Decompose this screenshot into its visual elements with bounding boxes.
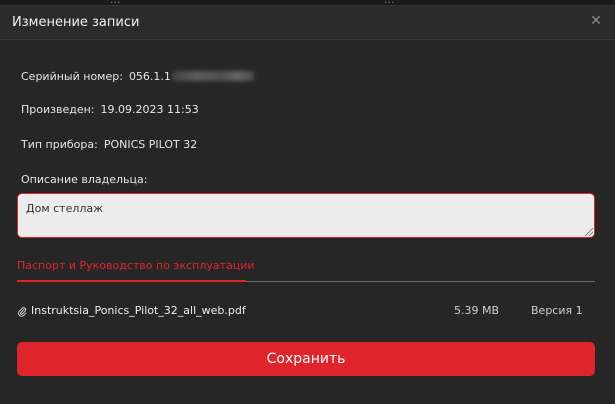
owner-description-label: Описание владельца: — [21, 173, 148, 186]
file-version: Версия 1 — [531, 304, 583, 317]
serial-number-redaction — [171, 71, 254, 81]
owner-description-input[interactable]: Дом стеллаж — [17, 193, 595, 238]
resize-grip-icon[interactable] — [585, 228, 593, 236]
produced-value: 19.09.2023 11:53 — [100, 103, 199, 116]
file-row: Instruktsia_Ponics_Pilot_32_all_web.pdf … — [17, 302, 595, 320]
tab-active-indicator — [17, 280, 246, 282]
device-type-label: Тип прибора: — [21, 138, 98, 151]
paperclip-icon — [18, 307, 27, 317]
serial-number-label: Серийный номер: — [21, 70, 123, 83]
close-icon[interactable]: ✕ — [589, 13, 603, 29]
dialog-title: Изменение записи — [12, 15, 140, 30]
serial-number-row: Серийный номер: 056.1.1 — [21, 70, 254, 83]
produced-label: Произведен: — [21, 103, 95, 116]
serial-number-value: 056.1.1 — [128, 70, 171, 83]
produced-row: Произведен: 19.09.2023 11:53 — [21, 103, 199, 116]
device-type-row: Тип прибора: PONICS PILOT 32 — [21, 138, 197, 151]
tab-passport-manual[interactable]: Паспорт и Руководство по эксплуатации — [17, 259, 255, 272]
device-type-value: PONICS PILOT 32 — [103, 138, 198, 151]
file-name-link[interactable]: Instruktsia_Ponics_Pilot_32_all_web.pdf — [31, 304, 246, 317]
dialog-header: Изменение записи ✕ — [0, 6, 615, 40]
save-button[interactable]: Сохранить — [17, 342, 595, 376]
file-size: 5.39 MB — [454, 304, 500, 317]
